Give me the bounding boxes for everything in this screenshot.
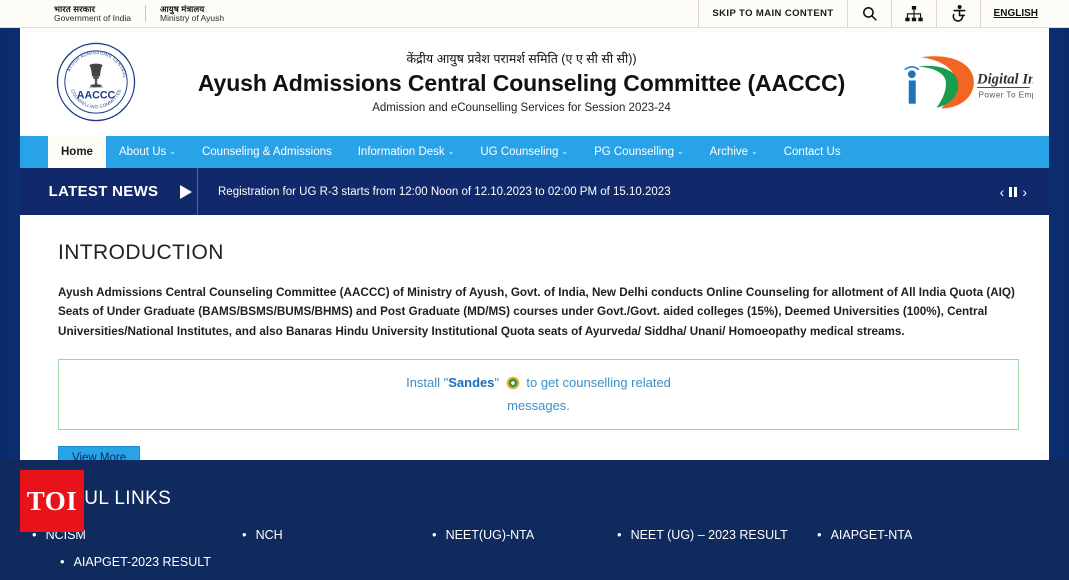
nav-item-archive-label: Archive	[709, 146, 749, 158]
nav-item-counseling-admissions-label: Counseling & Admissions	[201, 146, 332, 158]
gov-ministry-english: Ministry of Ayush	[160, 12, 225, 23]
content-container: AYUSH ADMISSIONS CENTRAL COUNSELLING COM…	[20, 28, 1049, 493]
bullet-icon: •	[242, 527, 247, 542]
svg-text:सत्यमेव जयते: सत्यमेव जयते	[89, 85, 103, 89]
nav-item-about-us[interactable]: About Us ⌄	[106, 136, 189, 168]
skip-to-main-content-label: SKIP TO MAIN CONTENT	[712, 8, 834, 19]
introduction-section: INTRODUCTION Ayush Admissions Central Co…	[20, 215, 1049, 493]
useful-link-neet-ug-nta[interactable]: • NEET(UG)-NTA	[432, 528, 617, 542]
aaccc-logo[interactable]: AYUSH ADMISSIONS CENTRAL COUNSELLING COM…	[30, 41, 162, 123]
gov-block-ministry: आयुष मंत्रालय Ministry of Ayush	[145, 4, 238, 23]
play-triangle-icon	[175, 184, 197, 200]
sitemap-icon[interactable]	[890, 0, 936, 27]
site-masthead: AYUSH ADMISSIONS CENTRAL COUNSELLING COM…	[20, 28, 1049, 136]
latest-news-item[interactable]: Registration for UG R-3 starts from 12:0…	[198, 186, 1000, 198]
gov-emblem-group: भारत सरकार Government of India आयुष मंत्…	[0, 0, 238, 27]
sandes-notice-box: Install "Sandes" to get counselling rela…	[58, 358, 1019, 431]
useful-link-nch[interactable]: • NCH	[242, 528, 432, 542]
bullet-icon: •	[617, 527, 622, 542]
search-icon[interactable]	[846, 0, 891, 27]
site-title-group: केंद्रीय आयुष प्रवेश परामर्श समिति (ए ए …	[162, 50, 881, 114]
nav-item-information-desk[interactable]: Information Desk ⌄	[345, 136, 468, 168]
useful-link-aiapget-2023-result-label: AIAPGET-2023 RESULT	[73, 555, 211, 569]
sandes-notice-text: Install "Sandes" to get counselling rela…	[374, 373, 704, 416]
useful-link-neet-ug-2023-result[interactable]: • NEET (UG) – 2023 RESULT	[617, 528, 817, 542]
latest-news-ticker: LATEST NEWS Registration for UG R-3 star…	[20, 168, 1049, 215]
chevron-down-icon: ⌄	[561, 147, 569, 156]
chevron-down-icon: ⌄	[447, 147, 455, 156]
news-pause-button[interactable]	[1009, 186, 1018, 197]
sandes-prefix: Install "	[406, 374, 449, 390]
useful-link-nch-label: NCH	[255, 528, 283, 542]
introduction-heading: INTRODUCTION	[58, 241, 224, 264]
useful-link-neet-ug-2023-result-label: NEET (UG) – 2023 RESULT	[630, 528, 788, 542]
toi-watermark: TOI	[20, 470, 84, 532]
sandes-suffix: "	[494, 374, 503, 390]
main-navigation: Home About Us ⌄ Counseling & Admissions …	[20, 136, 1049, 168]
svg-text:Power To Empower: Power To Empower	[979, 91, 1034, 100]
news-next-button[interactable]: ›	[1022, 184, 1027, 200]
nav-item-home-label: Home	[61, 146, 93, 158]
gov-utility-group: SKIP TO MAIN CONTENT ENGLISH	[698, 0, 1069, 27]
sandes-app-icon	[506, 376, 520, 396]
language-label: ENGLISH	[993, 8, 1038, 19]
news-ticker-controls: ‹ ›	[1000, 184, 1049, 200]
useful-links-heading: USEFUL LINKS	[32, 488, 172, 509]
latest-news-label: LATEST NEWS	[48, 183, 159, 200]
sandes-app-link[interactable]: Sandes	[448, 375, 494, 390]
bullet-icon: •	[432, 527, 437, 542]
nav-item-about-us-label: About Us	[118, 146, 167, 158]
svg-text:AACCC: AACCC	[77, 89, 116, 101]
useful-link-aiapget-nta[interactable]: • AIAPGET-NTA	[817, 528, 912, 542]
introduction-body: Ayush Admissions Central Counseling Comm…	[58, 286, 1015, 338]
useful-link-aiapget-2023-result[interactable]: • AIAPGET-2023 RESULT	[60, 555, 320, 569]
accessibility-icon[interactable]	[935, 0, 980, 27]
chevron-down-icon: ⌄	[169, 147, 176, 156]
chevron-down-icon: ⌄	[676, 147, 684, 156]
nav-item-ug-counseling[interactable]: UG Counseling ⌄	[467, 136, 581, 168]
government-top-strip: भारत सरकार Government of India आयुष मंत्…	[0, 0, 1069, 28]
useful-links-section: USEFUL LINKS • NCISM • NCH • NEET(UG)-NT…	[0, 460, 1069, 580]
svg-text:Digital India: Digital India	[976, 72, 1033, 88]
nav-item-home[interactable]: Home	[48, 136, 106, 168]
gov-block-india: भारत सरकार Government of India	[40, 4, 145, 23]
news-prev-button[interactable]: ‹	[1000, 184, 1005, 200]
useful-links-grid: • NCISM • NCH • NEET(UG)-NTA • NEET (UG)…	[32, 528, 1047, 580]
site-subtitle: Admission and eCounselling Services for …	[372, 101, 671, 114]
digital-india-logo[interactable]: Digital India Power To Empower	[881, 51, 1033, 113]
nav-item-information-desk-label: Information Desk	[357, 146, 445, 158]
nav-item-contact-us-label: Contact Us	[783, 146, 841, 158]
site-title-hindi: केंद्रीय आयुष प्रवेश परामर्श समिति (ए ए …	[406, 52, 637, 67]
nav-item-pg-counselling-label: PG Counselling	[594, 146, 674, 158]
nav-item-counseling-admissions[interactable]: Counseling & Admissions	[189, 136, 345, 168]
chevron-down-icon: ⌄	[751, 147, 758, 156]
sandes-rest: to get counselling related messages.	[507, 374, 671, 414]
page-title: Ayush Admissions Central Counseling Comm…	[197, 70, 846, 97]
useful-link-aiapget-nta-label: AIAPGET-NTA	[830, 528, 913, 542]
nav-item-contact-us[interactable]: Contact Us	[771, 136, 854, 168]
useful-link-neet-ug-nta-label: NEET(UG)-NTA	[445, 528, 535, 542]
bullet-icon: •	[817, 527, 822, 542]
nav-item-ug-counseling-label: UG Counseling	[480, 146, 559, 158]
page-root: भारत सरकार Government of India आयुष मंत्…	[0, 0, 1069, 580]
bullet-icon: •	[60, 554, 65, 569]
nav-item-pg-counselling[interactable]: PG Counselling ⌄	[581, 136, 697, 168]
language-selector[interactable]: ENGLISH	[979, 0, 1069, 27]
skip-to-main-content-link[interactable]: SKIP TO MAIN CONTENT	[698, 0, 846, 27]
gov-india-english: Government of India	[54, 12, 132, 23]
nav-item-archive[interactable]: Archive ⌄	[697, 136, 771, 168]
